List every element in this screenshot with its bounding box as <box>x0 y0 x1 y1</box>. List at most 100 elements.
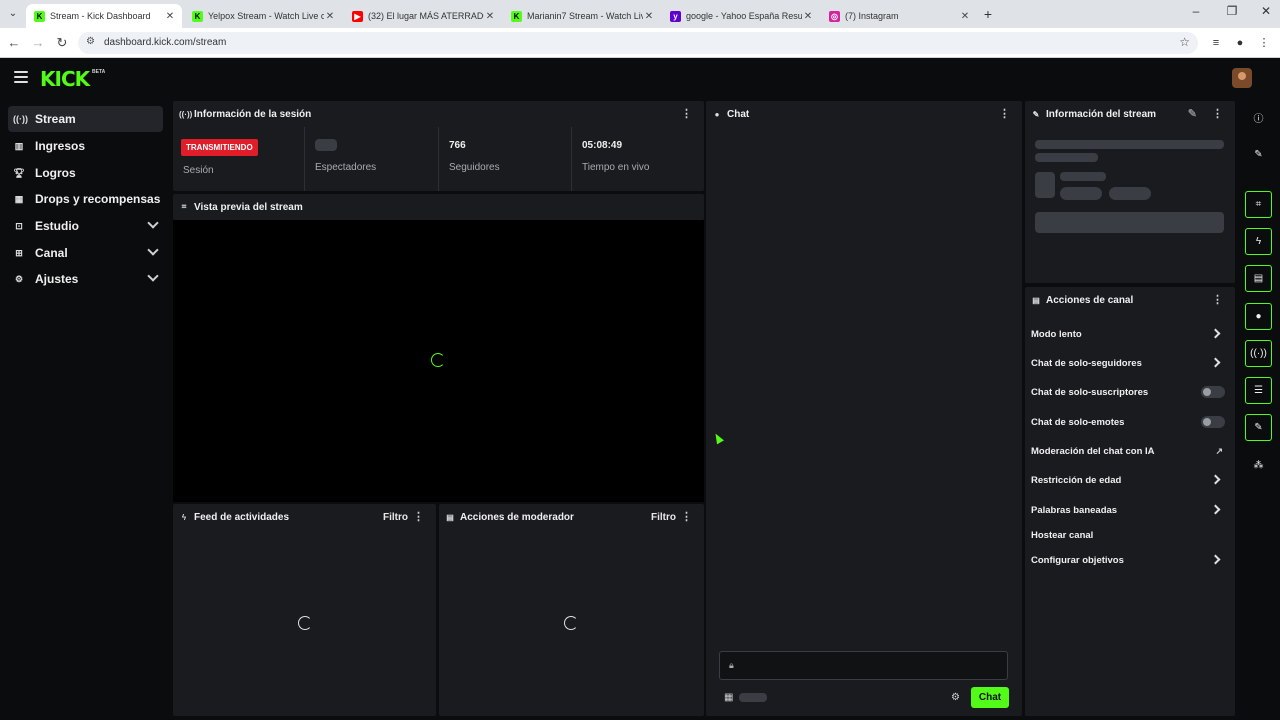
sidebar-item-ingresos[interactable]: ▥ Ingresos <box>8 133 163 159</box>
pencil-icon[interactable]: ✎ <box>1188 107 1197 120</box>
scan-icon[interactable]: ⌗ <box>1245 191 1272 218</box>
browser-tab[interactable]: K Yelpox Stream - Watch Live on ✕ <box>184 4 342 28</box>
forward-icon[interactable]: → <box>30 35 46 51</box>
browser-tab[interactable]: ◎ (7) Instagram ✕ <box>821 4 977 28</box>
loading-placeholder <box>1109 187 1151 200</box>
chat-message-input[interactable]: 🔒︎ <box>719 651 1008 680</box>
instagram-icon: ◎ <box>829 10 840 22</box>
close-icon[interactable]: ✕ <box>484 11 496 22</box>
chat-send-button[interactable]: Chat <box>971 687 1009 708</box>
loading-placeholder <box>315 139 337 151</box>
action-followers-only[interactable]: Chat de solo-seguidores <box>1031 353 1231 373</box>
more-options-icon[interactable]: ⋮ <box>1212 107 1223 120</box>
sidebar-item-label: Canal <box>35 246 68 260</box>
action-banned-words[interactable]: Palabras baneadas <box>1031 500 1231 520</box>
action-configure-goals[interactable]: Configurar objetivos <box>1031 550 1231 570</box>
profile-icon[interactable]: ● <box>1232 35 1248 51</box>
bolt-icon[interactable]: ϟ <box>1245 228 1272 255</box>
action-slow-mode[interactable]: Modo lento <box>1031 324 1231 344</box>
sidebar-item-canal[interactable]: ⊞ Canal <box>8 240 163 266</box>
toggle-switch[interactable] <box>1201 416 1225 428</box>
kick-icon: K <box>192 10 203 22</box>
action-age-restriction[interactable]: Restricción de edad <box>1031 470 1231 490</box>
chevron-down-icon <box>147 217 159 229</box>
avatar[interactable] <box>1232 68 1252 88</box>
wrench-icon[interactable]: ✎ <box>1245 414 1272 441</box>
close-icon[interactable]: ✕ <box>802 11 814 22</box>
activity-feed-panel: ϟ Feed de actividades Filtro ⋮ <box>173 504 436 716</box>
clipboard-icon[interactable]: ▤ <box>1245 265 1272 292</box>
viewers-stat: Espectadores <box>305 127 438 191</box>
browser-tab[interactable]: K Marianin7 Stream - Watch Live ✕ <box>503 4 661 28</box>
tab-title: (7) Instagram <box>845 11 899 21</box>
kick-logo[interactable]: KICK <box>40 67 90 91</box>
menu-icon[interactable] <box>14 71 28 83</box>
panel-title: Acciones de moderador <box>460 511 574 523</box>
sidebar-item-logros[interactable]: 🏆︎ Logros <box>8 160 163 186</box>
restore-icon[interactable]: ❐ <box>1222 4 1242 18</box>
layout-icon[interactable]: ☰ <box>1245 377 1272 404</box>
action-host-channel[interactable]: Hostear canal <box>1031 525 1231 545</box>
url-text[interactable]: dashboard.kick.com/stream <box>104 37 226 48</box>
loading-placeholder <box>739 693 767 702</box>
toggle-switch[interactable] <box>1201 386 1225 398</box>
wrench-icon: ✎ <box>1032 109 1040 119</box>
share-icon[interactable]: ⁂ <box>1245 452 1272 479</box>
chat-settings-icon[interactable]: ⚙ <box>951 692 960 703</box>
bookmark-star-icon[interactable]: ☆ <box>1179 35 1190 49</box>
chevron-right-icon <box>1210 554 1221 565</box>
minimize-icon[interactable]: – <box>1186 4 1206 18</box>
channel-icon: ⊞ <box>15 247 23 258</box>
media-queue-icon[interactable]: ≡ <box>1208 35 1224 51</box>
action-label: Moderación del chat con IA <box>1031 445 1155 457</box>
pencil-icon[interactable]: ✎ <box>1245 141 1272 168</box>
close-icon[interactable]: ✕ <box>164 11 176 22</box>
tab-search-icon[interactable]: ⌄ <box>4 6 22 22</box>
sidebar-item-estudio[interactable]: ⊡ Estudio <box>8 213 163 239</box>
yahoo-icon: y <box>670 10 681 22</box>
store-icon[interactable]: ▦ <box>724 692 733 703</box>
browser-tab[interactable]: K Stream - Kick Dashboard ✕ <box>26 4 182 28</box>
close-icon[interactable]: ✕ <box>324 11 336 22</box>
more-options-icon[interactable]: ⋮ <box>1212 293 1223 306</box>
info-icon[interactable]: ⓘ <box>1245 104 1272 131</box>
browser-tab[interactable]: ▶ (32) El lugar MÁS ATERRADOR ✕ <box>344 4 502 28</box>
new-tab-button[interactable]: + <box>980 6 996 22</box>
stat-value: 766 <box>449 140 466 151</box>
panel-title: Vista previa del stream <box>194 201 303 213</box>
action-subscribers-only: Chat de solo-suscriptores <box>1031 382 1231 402</box>
address-bar[interactable]: ⚙ dashboard.kick.com/stream ☆ <box>78 32 1198 54</box>
back-icon[interactable]: ← <box>6 35 22 51</box>
close-icon[interactable]: ✕ <box>643 11 655 22</box>
more-options-icon[interactable]: ⋮ <box>999 107 1010 120</box>
sidebar-item-ajustes[interactable]: ⚙ Ajustes <box>8 266 163 292</box>
close-window-icon[interactable]: ✕ <box>1256 4 1276 18</box>
chat-icon[interactable]: ● <box>1245 303 1272 330</box>
broadcast-icon[interactable]: ((·)) <box>1245 340 1272 367</box>
sidebar-item-label: Logros <box>35 166 76 180</box>
action-label: Chat de solo-seguidores <box>1031 357 1142 369</box>
sidebar-item-stream[interactable]: ((·)) Stream <box>8 106 163 132</box>
action-label: Hostear canal <box>1031 529 1094 541</box>
more-options-icon[interactable]: ⋮ <box>681 107 692 120</box>
filter-button[interactable]: Filtro <box>383 512 408 523</box>
reload-icon[interactable]: ↻ <box>54 35 70 51</box>
more-options-icon[interactable]: ⋮ <box>681 510 692 523</box>
panel-header: ● Chat ⋮ <box>706 101 1022 127</box>
sidebar-item-drops[interactable]: ▦ Drops y recompensas <box>8 186 163 212</box>
action-label: Configurar objetivos <box>1031 554 1124 566</box>
browser-tab[interactable]: y google - Yahoo España Resulta ✕ <box>662 4 820 28</box>
browser-menu-icon[interactable]: ⋮ <box>1256 35 1272 51</box>
tab-title: (32) El lugar MÁS ATERRADOR <box>368 11 484 21</box>
broadcast-icon: ((·)) <box>13 114 28 124</box>
browser-tab-strip: ⌄ K Stream - Kick Dashboard ✕ K Yelpox S… <box>0 0 1280 28</box>
filter-button[interactable]: Filtro <box>651 512 676 523</box>
action-label: Modo lento <box>1031 328 1082 340</box>
site-info-icon[interactable]: ⚙ <box>86 36 95 47</box>
close-icon[interactable]: ✕ <box>959 11 971 22</box>
action-ai-moderation[interactable]: Moderación del chat con IA ↗ <box>1031 441 1231 461</box>
loading-spinner <box>298 616 312 630</box>
stream-preview-video[interactable] <box>173 220 704 502</box>
chat-panel: ● Chat ⋮ <box>706 101 1022 716</box>
more-options-icon[interactable]: ⋮ <box>413 510 424 523</box>
